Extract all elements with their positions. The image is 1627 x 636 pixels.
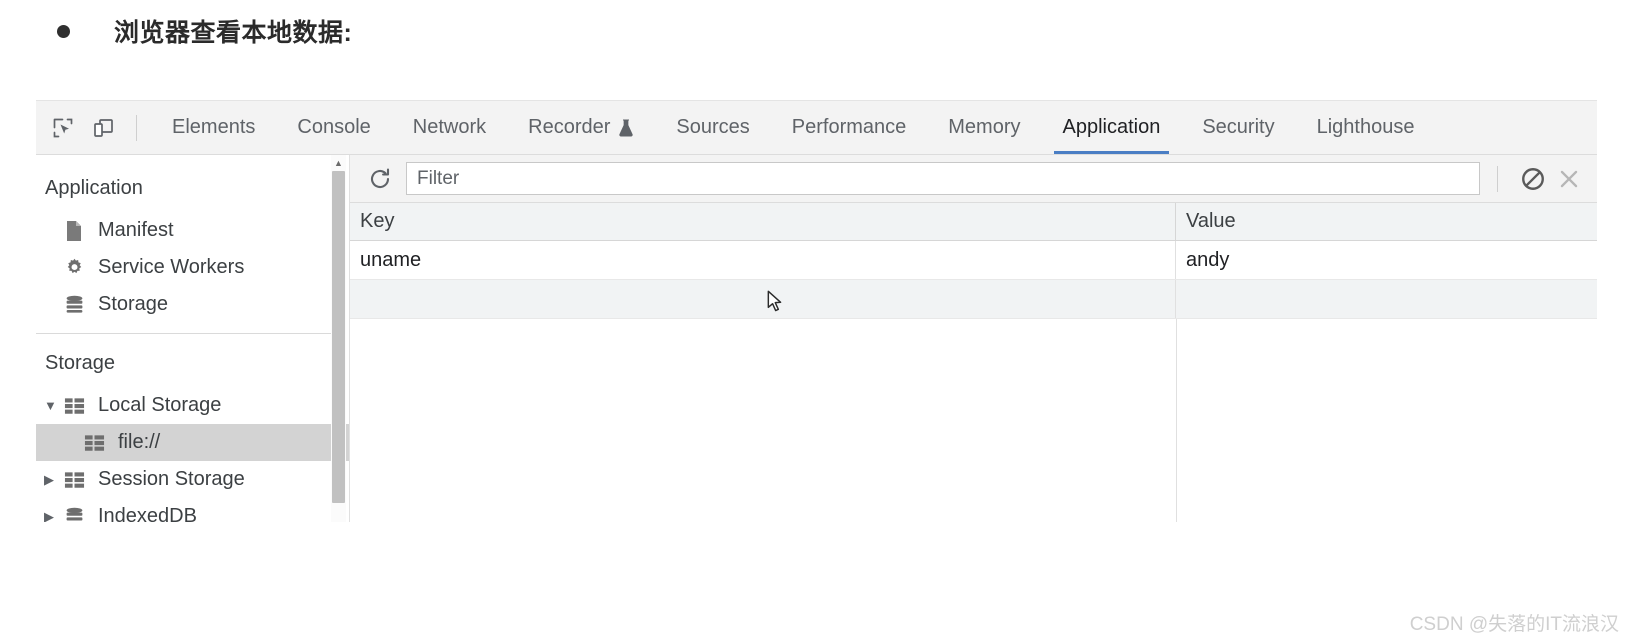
watermark: CSDN @失落的IT流浪汉 bbox=[1409, 614, 1619, 635]
table-icon bbox=[64, 471, 90, 489]
tab-label: Memory bbox=[948, 116, 1021, 138]
chevron-right-icon[interactable]: ▶ bbox=[44, 509, 64, 523]
bullet-point-icon bbox=[57, 24, 70, 38]
sidebar-item-session-storage[interactable]: ▶ Session Storage bbox=[36, 461, 349, 498]
tab-label: Lighthouse bbox=[1316, 116, 1415, 138]
sidebar-section-storage-title: Storage bbox=[45, 352, 116, 374]
device-toolbar-icon[interactable] bbox=[86, 111, 120, 145]
tab-label: Recorder bbox=[528, 116, 611, 138]
column-divider bbox=[1176, 319, 1177, 522]
cell-value[interactable] bbox=[1176, 280, 1597, 318]
table-row[interactable] bbox=[350, 280, 1597, 319]
sidebar-section-application-title: Application bbox=[45, 177, 143, 199]
devtools-body: Application Manifest Service Workers Sto… bbox=[36, 155, 1597, 522]
application-sidebar: Application Manifest Service Workers Sto… bbox=[36, 155, 350, 522]
storage-panel: Key Value uname andy bbox=[350, 155, 1597, 522]
storage-toolbar bbox=[350, 155, 1597, 203]
tab-label: Application bbox=[1062, 116, 1161, 138]
cell-key[interactable] bbox=[350, 280, 1176, 318]
filter-input[interactable] bbox=[406, 162, 1480, 195]
flask-icon bbox=[618, 118, 634, 137]
devtools-window: Elements Console Network Recorder Source… bbox=[36, 100, 1597, 522]
sidebar-item-indexeddb[interactable]: ▶ IndexedDB bbox=[36, 498, 349, 522]
sidebar-item-manifest[interactable]: Manifest bbox=[36, 212, 349, 249]
tab-network[interactable]: Network bbox=[392, 101, 507, 154]
chevron-down-icon[interactable]: ▼ bbox=[44, 398, 64, 413]
sidebar-item-label: IndexedDB bbox=[98, 505, 197, 522]
sidebar-item-label: Storage bbox=[98, 293, 169, 315]
tab-label: Network bbox=[412, 116, 487, 138]
tab-performance[interactable]: Performance bbox=[771, 101, 928, 154]
sidebar-item-label: file:// bbox=[118, 431, 161, 453]
scrollbar-thumb[interactable] bbox=[332, 171, 345, 503]
column-header-key[interactable]: Key bbox=[350, 203, 1176, 240]
database-icon bbox=[64, 294, 90, 315]
storage-table: Key Value uname andy bbox=[350, 203, 1597, 522]
table-icon bbox=[84, 434, 110, 452]
toolbar-divider bbox=[136, 114, 137, 141]
sidebar-item-storage[interactable]: Storage bbox=[36, 286, 349, 323]
sidebar-item-label: Session Storage bbox=[98, 468, 245, 490]
tab-elements[interactable]: Elements bbox=[151, 101, 276, 154]
cell-value[interactable]: andy bbox=[1176, 241, 1597, 279]
tab-application[interactable]: Application bbox=[1042, 101, 1182, 154]
toolbar-divider bbox=[1497, 165, 1498, 192]
column-header-value[interactable]: Value bbox=[1176, 203, 1597, 240]
tab-label: Security bbox=[1202, 116, 1275, 138]
table-icon bbox=[64, 397, 90, 415]
sidebar-item-label: Service Workers bbox=[98, 256, 245, 278]
delete-selected-icon[interactable] bbox=[1551, 162, 1587, 196]
page-root: 浏览器查看本地数据: Elements Console Network Reco… bbox=[0, 0, 1627, 636]
tab-console[interactable]: Console bbox=[276, 101, 391, 154]
page-title: 浏览器查看本地数据: bbox=[114, 19, 353, 47]
sidebar-item-label: Local Storage bbox=[98, 394, 222, 416]
tab-label: Performance bbox=[791, 116, 907, 138]
sidebar-item-service-workers[interactable]: Service Workers bbox=[36, 249, 349, 286]
tab-label: Console bbox=[297, 116, 371, 138]
sidebar-item-file-origin[interactable]: file:// bbox=[36, 424, 349, 461]
gear-icon bbox=[64, 257, 90, 278]
chevron-right-icon[interactable]: ▶ bbox=[44, 472, 64, 488]
scroll-up-icon[interactable]: ▲ bbox=[331, 155, 346, 170]
devtools-tabs: Elements Console Network Recorder Source… bbox=[151, 101, 1435, 154]
table-row[interactable]: uname andy bbox=[350, 241, 1597, 280]
devtools-tabstrip: Elements Console Network Recorder Source… bbox=[36, 101, 1597, 155]
sidebar-item-label: Manifest bbox=[98, 219, 174, 241]
tab-sources[interactable]: Sources bbox=[655, 101, 770, 154]
tab-label: Elements bbox=[172, 116, 256, 138]
inspect-element-icon[interactable] bbox=[46, 111, 80, 145]
clear-all-icon[interactable] bbox=[1515, 162, 1551, 196]
sidebar-item-local-storage[interactable]: ▼ Local Storage bbox=[36, 387, 349, 424]
sidebar-divider bbox=[36, 333, 338, 334]
tab-recorder[interactable]: Recorder bbox=[507, 101, 655, 154]
tab-lighthouse[interactable]: Lighthouse bbox=[1296, 101, 1436, 154]
cell-key[interactable]: uname bbox=[350, 241, 1176, 279]
document-icon bbox=[64, 220, 90, 242]
sidebar-scrollbar[interactable]: ▲ bbox=[331, 155, 346, 522]
table-header-row: Key Value bbox=[350, 203, 1597, 241]
tab-memory[interactable]: Memory bbox=[927, 101, 1041, 154]
page-heading: 浏览器查看本地数据: bbox=[0, 0, 352, 62]
tab-label: Sources bbox=[676, 116, 750, 138]
table-empty-area bbox=[350, 319, 1597, 522]
tab-security[interactable]: Security bbox=[1181, 101, 1295, 154]
database-icon bbox=[64, 506, 90, 522]
refresh-icon[interactable] bbox=[364, 163, 396, 195]
